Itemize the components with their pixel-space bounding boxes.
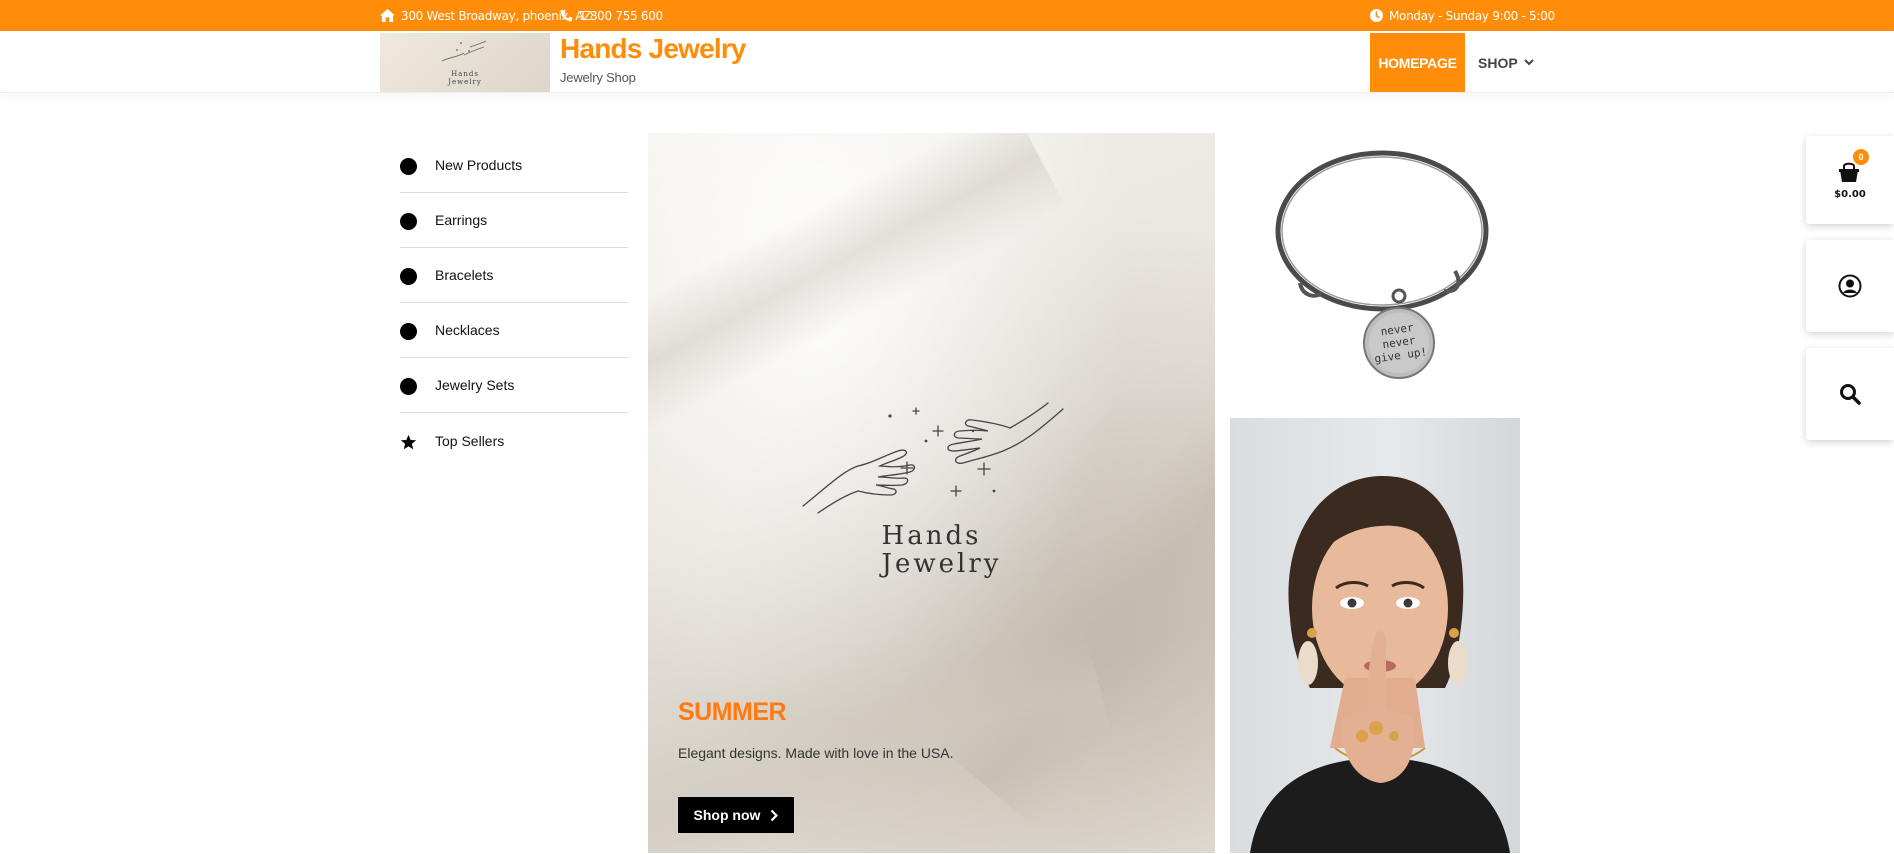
category-sidebar: New Products Earrings Bracelets Necklace… bbox=[400, 138, 628, 468]
site-header bbox=[0, 31, 1894, 93]
account-widget[interactable] bbox=[1806, 240, 1894, 332]
category-top-sellers[interactable]: Top Sellers bbox=[400, 413, 628, 468]
chevron-down-icon bbox=[1523, 59, 1534, 66]
nav-shop-label: SHOP bbox=[1478, 54, 1518, 71]
top-info-bar: 300 West Broadway, phoenix, AZ 1 800 755… bbox=[0, 0, 1894, 31]
hero-logo-text: Jewelry bbox=[881, 549, 1002, 579]
category-label: Jewelry Sets bbox=[435, 377, 515, 393]
bullet-icon bbox=[400, 268, 417, 285]
hours-text: Monday - Sunday 9:00 - 5:00 bbox=[1389, 8, 1555, 23]
search-icon bbox=[1840, 384, 1861, 405]
category-label: New Products bbox=[435, 157, 523, 173]
category-new-products[interactable]: New Products bbox=[400, 138, 628, 193]
category-earrings[interactable]: Earrings bbox=[400, 193, 628, 248]
nav-homepage[interactable]: HOMEPAGE bbox=[1370, 33, 1465, 92]
bullet-icon bbox=[400, 378, 417, 395]
category-bracelets[interactable]: Bracelets bbox=[400, 248, 628, 303]
category-label: Bracelets bbox=[435, 267, 494, 283]
brand-subtitle: Jewelry Shop bbox=[560, 70, 636, 85]
brand-logo[interactable]: Hands Jewelry bbox=[380, 33, 550, 92]
nav-shop[interactable]: SHOP bbox=[1478, 33, 1534, 92]
category-label: Top Sellers bbox=[435, 432, 505, 449]
shop-now-button[interactable]: Shop now bbox=[678, 797, 794, 833]
hero-logo-text: Hands bbox=[881, 521, 982, 551]
cart-icon-wrap: 0 bbox=[1837, 148, 1869, 185]
search-widget[interactable] bbox=[1806, 348, 1894, 440]
home-icon bbox=[380, 9, 395, 22]
svg-text:Hands: Hands bbox=[451, 70, 479, 78]
model-photo bbox=[1250, 475, 1510, 853]
bracelet-image[interactable]: never never give up! bbox=[1230, 133, 1520, 403]
bullet-icon bbox=[400, 158, 417, 175]
category-jewelry-sets[interactable]: Jewelry Sets bbox=[400, 358, 628, 413]
cart-total: $0.00 bbox=[1834, 188, 1866, 200]
phone-text[interactable]: 1 800 755 600 bbox=[579, 9, 663, 23]
hero-text: Elegant designs. Made with love in the U… bbox=[678, 745, 954, 761]
bracelet-photo: never never give up! bbox=[1275, 150, 1489, 379]
brand-title[interactable]: Hands Jewelry bbox=[560, 33, 747, 65]
star-icon bbox=[400, 434, 417, 449]
phone-icon bbox=[560, 9, 573, 22]
category-label: Earrings bbox=[435, 212, 488, 228]
chevron-right-icon bbox=[771, 809, 779, 821]
category-necklaces[interactable]: Necklaces bbox=[400, 303, 628, 358]
clock-icon bbox=[1370, 9, 1383, 22]
shop-now-label: Shop now bbox=[693, 807, 761, 823]
svg-text:Jewelry: Jewelry bbox=[447, 78, 482, 86]
hours-info: Monday - Sunday 9:00 - 5:00 bbox=[1370, 0, 1555, 31]
model-image[interactable] bbox=[1230, 418, 1520, 853]
logo-hands-icon: Hands Jewelry bbox=[441, 40, 487, 86]
bullet-icon bbox=[400, 323, 417, 340]
hero-title: SUMMER bbox=[678, 698, 787, 726]
phone-info[interactable]: 1 800 755 600 bbox=[560, 0, 663, 31]
user-circle-icon bbox=[1838, 274, 1862, 298]
cart-count-badge: 0 bbox=[1853, 148, 1869, 165]
category-label: Necklaces bbox=[435, 322, 500, 338]
hands-logo-icon bbox=[802, 402, 1064, 514]
cart-widget[interactable]: 0 $0.00 bbox=[1806, 136, 1894, 224]
bullet-icon bbox=[400, 213, 417, 230]
